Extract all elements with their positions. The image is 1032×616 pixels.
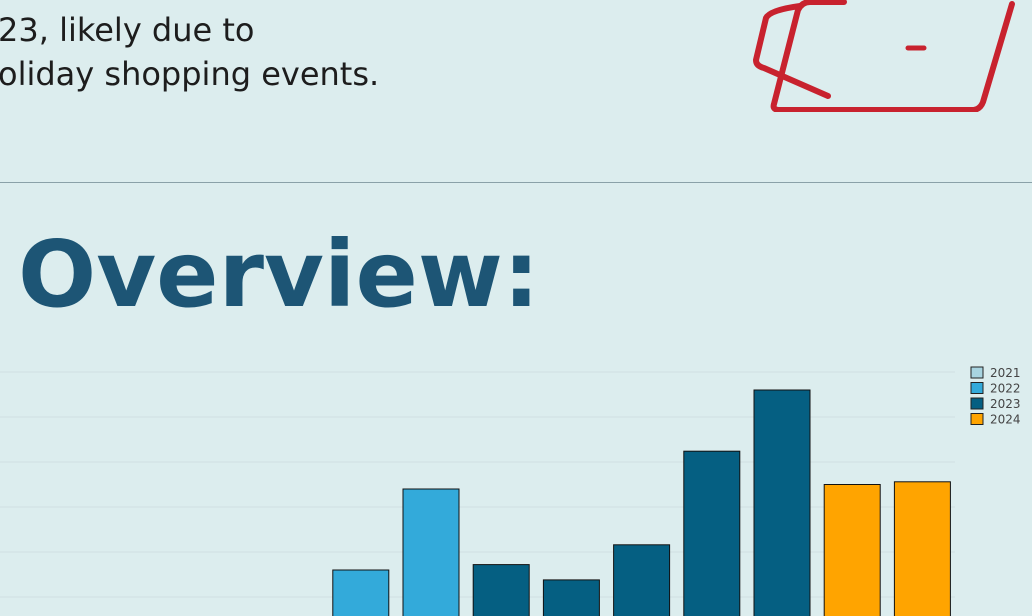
intro-paragraph: 23, likely due to oliday shopping events… (0, 8, 379, 96)
bar-2023 (683, 450, 741, 616)
bar-2024 (893, 481, 951, 616)
legend-label-2023: 2023 (990, 397, 1021, 411)
laptop-lid (770, 0, 1015, 112)
chart-grid (0, 371, 955, 598)
legend-swatch-2022 (970, 382, 984, 394)
bar-2023 (753, 389, 811, 616)
bar-2024 (823, 484, 881, 616)
section-divider (0, 182, 1032, 183)
overview-heading: Overview: (18, 221, 540, 328)
laptop-base (753, 3, 831, 99)
laptop-icon (753, 0, 1015, 112)
bar-2023 (472, 564, 530, 616)
bar-2022 (332, 569, 390, 616)
legend-label-2022: 2022 (990, 382, 1021, 396)
bar-2022 (402, 488, 460, 616)
legend-label-2021: 2021 (990, 366, 1021, 380)
chart-bars (332, 389, 951, 616)
page: 23, likely due to oliday shopping events… (0, 0, 1032, 616)
legend-label-2024: 2024 (990, 413, 1021, 427)
bar-chart: 2021 20222023 2024 (0, 366, 1021, 616)
legend-swatch-2024 (970, 413, 984, 425)
bar-2023 (613, 544, 671, 616)
chart-legend: 2021 20222023 2024 (970, 366, 1021, 427)
legend-swatch-2023 (970, 397, 984, 410)
bar-2023 (542, 579, 600, 616)
intro-line-1: 23, likely due to (0, 11, 255, 49)
intro-line-2: oliday shopping events. (0, 55, 380, 93)
legend-swatch-2021 (970, 366, 984, 379)
